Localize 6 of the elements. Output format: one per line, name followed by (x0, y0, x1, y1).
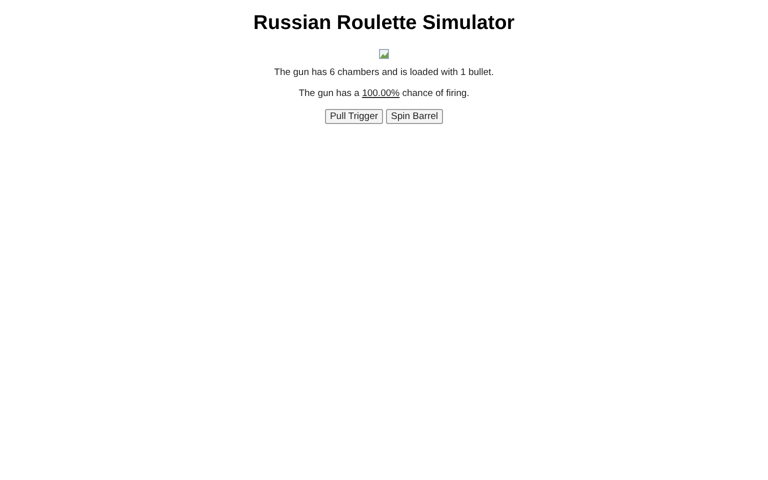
action-button[interactable]: Pull Trigger (324, 109, 384, 124)
broken-image-icon (379, 49, 389, 59)
chance-text: The gun has a 100.00% chance of firing. (298, 88, 470, 99)
info-text: The gun has 6 chambers and is loaded with 1 bullet. (274, 67, 494, 78)
page-title: Russian Roulette Simulator (253, 12, 515, 35)
action-button[interactable]: Spin Barrel (386, 109, 444, 124)
